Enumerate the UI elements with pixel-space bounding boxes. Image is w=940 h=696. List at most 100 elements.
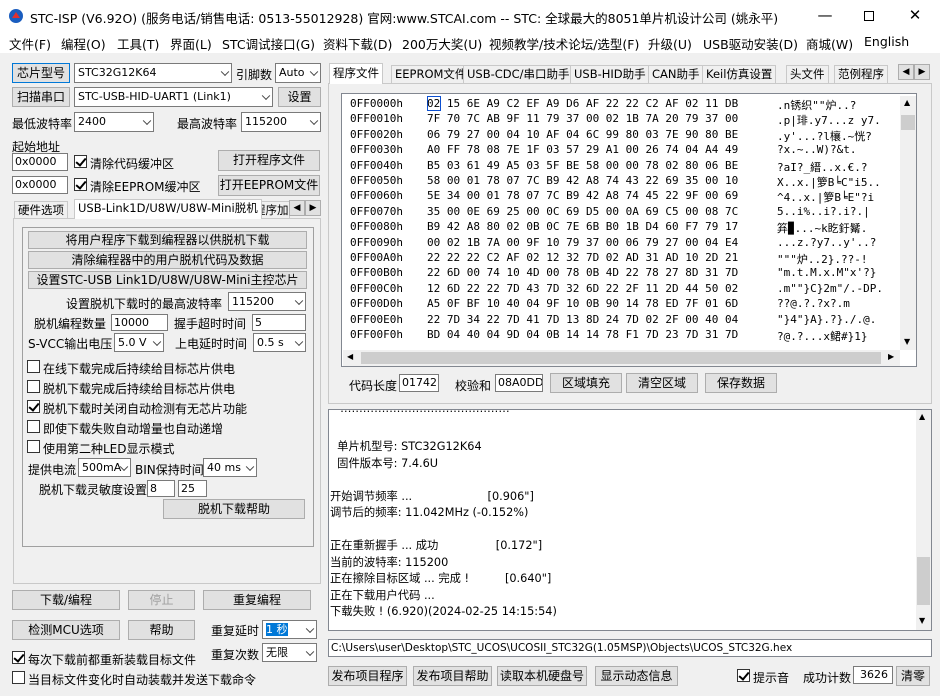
supply-current-select[interactable]: 500mA xyxy=(78,458,131,477)
detect-mcu-button[interactable]: 检测MCU选项 xyxy=(12,620,120,640)
scan-port-button[interactable]: 扫描串口 xyxy=(12,87,70,107)
open-eeprom-file-button[interactable]: 打开EEPROM文件 xyxy=(218,175,320,196)
hex-row-bytes[interactable]: A5 0F BF 10 40 04 9F 10 0B 90 14 78 ED 7… xyxy=(427,297,738,312)
tab-header-file[interactable]: 头文件 xyxy=(786,65,829,83)
menu-tools[interactable]: 工具(T) xyxy=(117,34,159,53)
hex-hscroll-thumb[interactable] xyxy=(361,352,881,364)
hex-row-bytes[interactable]: BD 04 40 04 9D 04 0B 14 14 78 F1 7D 23 7… xyxy=(427,328,738,343)
offline-count-input[interactable]: 10000 xyxy=(111,314,168,331)
fill-area-button[interactable]: 区域填充 xyxy=(550,373,622,393)
hex-row-ascii[interactable]: X..x.|箩B╘C"i5.. xyxy=(777,174,897,189)
menu-video[interactable]: 视频教学/技术论坛/选型(F) xyxy=(489,34,639,53)
log-vertical-scrollbar[interactable]: ▲ ▼ xyxy=(916,410,931,630)
max-baud-select[interactable]: 115200 xyxy=(241,112,321,132)
log-vscroll-thumb[interactable] xyxy=(917,557,930,605)
power-delay-select[interactable]: 0.5 s xyxy=(253,333,306,352)
tab-program-file[interactable]: 程序文件 xyxy=(329,63,383,84)
minimize-button[interactable]: — xyxy=(802,0,848,31)
menu-debug[interactable]: STC调试接口(G) xyxy=(222,34,315,53)
min-baud-select[interactable]: 2400 xyxy=(74,112,154,132)
menu-usb-driver[interactable]: USB驱动安装(D) xyxy=(703,34,798,53)
tab-can[interactable]: CAN助手 xyxy=(648,65,704,83)
tab-eeprom-file[interactable]: EEPROM文件 xyxy=(391,65,471,83)
port-select[interactable]: STC-USB-HID-UART1 (Link1) xyxy=(74,87,273,107)
hex-row-ascii[interactable]: .m""}C}2m"/.-DP. xyxy=(777,282,897,297)
read-disk-id-button[interactable]: 读取本机硬盘号 xyxy=(497,666,587,686)
sensitivity-input-a[interactable]: 8 xyxy=(147,480,175,497)
publish-help-button[interactable]: 发布项目帮助 xyxy=(413,666,492,686)
hex-row-bytes[interactable]: 58 00 01 78 07 7C B9 42 A8 74 43 22 69 3… xyxy=(427,174,738,189)
hex-row-bytes[interactable]: 06 79 27 00 04 10 AF 04 6C 99 80 03 7E 9… xyxy=(427,128,738,143)
menu-upgrade[interactable]: 升级(U) xyxy=(648,34,692,53)
tab-usb-cdc[interactable]: USB-CDC/串口助手 xyxy=(463,65,574,83)
menu-prize[interactable]: 200万大奖(U) xyxy=(402,34,482,53)
stop-button[interactable]: 停止 xyxy=(128,590,195,610)
sound-tip-checkbox[interactable] xyxy=(737,669,750,682)
menu-download[interactable]: 资料下载(D) xyxy=(323,34,392,53)
tab-scroll-left-button[interactable]: ◀ xyxy=(289,200,305,216)
opt-auto-increment-checkbox[interactable] xyxy=(27,420,40,433)
auto-send-on-change-checkbox[interactable] xyxy=(12,671,25,684)
offline-help-button[interactable]: 脱机下载帮助 xyxy=(163,499,305,519)
repeat-count-select[interactable]: 无限 xyxy=(262,643,317,662)
repeat-program-button[interactable]: 重复编程 xyxy=(203,590,311,610)
download-program-button[interactable]: 下载/编程 xyxy=(12,590,120,610)
svcc-voltage-select[interactable]: 5.0 V xyxy=(114,333,164,352)
show-dynamic-info-button[interactable]: 显示动态信息 xyxy=(595,666,678,686)
hex-row-bytes[interactable]: 22 7D 34 22 7D 41 7D 13 8D 24 7D 02 2F 0… xyxy=(427,313,738,328)
opt-offline-power-checkbox[interactable] xyxy=(27,380,40,393)
clear-code-buffer-checkbox[interactable] xyxy=(74,155,87,168)
opt-online-power-checkbox[interactable] xyxy=(27,360,40,373)
opt-disable-auto-detect-checkbox[interactable] xyxy=(27,400,40,413)
tab-usb-hid[interactable]: USB-HID助手 xyxy=(570,65,650,83)
chip-model-select[interactable]: STC32G12K64 xyxy=(74,63,232,83)
right-tab-scroll-left-button[interactable]: ◀ xyxy=(898,64,914,80)
eeprom-start-address-input[interactable]: 0x0000 xyxy=(12,176,68,194)
opt-led-mode-checkbox[interactable] xyxy=(27,440,40,453)
save-data-button[interactable]: 保存数据 xyxy=(705,373,777,393)
hex-row-bytes[interactable]: 00 02 1B 7A 00 9F 10 79 37 00 06 79 27 0… xyxy=(427,236,738,251)
hex-row-ascii[interactable]: .n锈织""炉..? xyxy=(777,97,897,112)
hex-row-bytes[interactable]: 02 15 6E A9 C2 EF A9 D6 AF 22 22 C2 AF 0… xyxy=(427,97,738,112)
bin-hold-select[interactable]: 40 ms xyxy=(203,458,257,477)
hex-row-ascii[interactable]: .y'...?l欀.~恍? xyxy=(777,128,897,143)
code-start-address-input[interactable]: 0x0000 xyxy=(12,153,68,171)
hex-vertical-scrollbar[interactable]: ▲ ▼ xyxy=(900,96,916,350)
menu-file[interactable]: 文件(F) xyxy=(9,34,51,53)
tab-examples[interactable]: 范例程序 xyxy=(834,65,888,83)
open-program-file-button[interactable]: 打开程序文件 xyxy=(218,150,320,171)
tab-scroll-right-button[interactable]: ▶ xyxy=(305,200,321,216)
right-tab-scroll-right-button[interactable]: ▶ xyxy=(914,64,930,80)
help-button[interactable]: 帮助 xyxy=(128,620,195,640)
clear-offline-code-button[interactable]: 清除编程器中的用户脱机代码及数据 xyxy=(28,251,307,269)
sensitivity-input-b[interactable]: 25 xyxy=(178,480,207,497)
menu-shop[interactable]: 商城(W) xyxy=(806,34,853,53)
set-master-chip-button[interactable]: 设置STC-USB Link1D/U8W/U8W-Mini主控芯片 xyxy=(28,271,307,289)
hex-row-ascii[interactable]: 笲▉...~k盵釪觺. xyxy=(777,220,897,235)
menu-english[interactable]: English xyxy=(864,34,909,49)
hex-row-ascii[interactable]: ^4..x.|箩B╘E"?i xyxy=(777,189,897,204)
tab-keil-sim[interactable]: Keil仿真设置 xyxy=(702,65,777,83)
clear-eeprom-buffer-checkbox[interactable] xyxy=(74,178,87,191)
chip-model-button[interactable]: 芯片型号 xyxy=(12,63,70,83)
menu-interface[interactable]: 界面(L) xyxy=(170,34,212,53)
tab-hardware-options[interactable]: 硬件选项 xyxy=(14,201,68,219)
hex-row-bytes[interactable]: 22 6D 00 74 10 4D 00 78 0B 4D 22 78 27 8… xyxy=(427,266,738,281)
hex-row-bytes[interactable]: A0 FF 78 08 7E 1F 03 57 29 A1 00 26 74 0… xyxy=(427,143,738,158)
maximize-button[interactable] xyxy=(846,0,892,31)
hex-row-ascii[interactable]: "m.t.M.x.M"x'?} xyxy=(777,266,897,281)
hex-row-ascii[interactable]: ??@.?.?x?.m xyxy=(777,297,897,312)
hex-row-ascii[interactable]: ?aI?_縉..x.€.? xyxy=(777,159,897,174)
hex-row-bytes[interactable]: B5 03 61 49 A5 03 5F BE 58 00 00 78 02 8… xyxy=(427,159,738,174)
hex-row-ascii[interactable]: "}4"}A}.?}./.@. xyxy=(777,313,897,328)
hex-row-ascii[interactable]: """炉..2}.??-! xyxy=(777,251,897,266)
hex-horizontal-scrollbar[interactable]: ◀ ▶ xyxy=(343,350,900,366)
port-settings-button[interactable]: 设置 xyxy=(278,87,321,107)
close-button[interactable]: ✕ xyxy=(892,0,938,31)
offline-max-baud-select[interactable]: 115200 xyxy=(228,292,306,311)
hex-row-ascii[interactable]: ?x.~..W)?&t. xyxy=(777,143,897,158)
pin-count-select[interactable]: Auto xyxy=(275,63,321,83)
repeat-delay-select[interactable]: 1 秒 xyxy=(262,620,317,639)
menu-program[interactable]: 编程(O) xyxy=(61,34,106,53)
hex-row-bytes[interactable]: B9 42 A8 80 02 0B 0C 7E 6B B0 1B D4 60 F… xyxy=(427,220,738,235)
